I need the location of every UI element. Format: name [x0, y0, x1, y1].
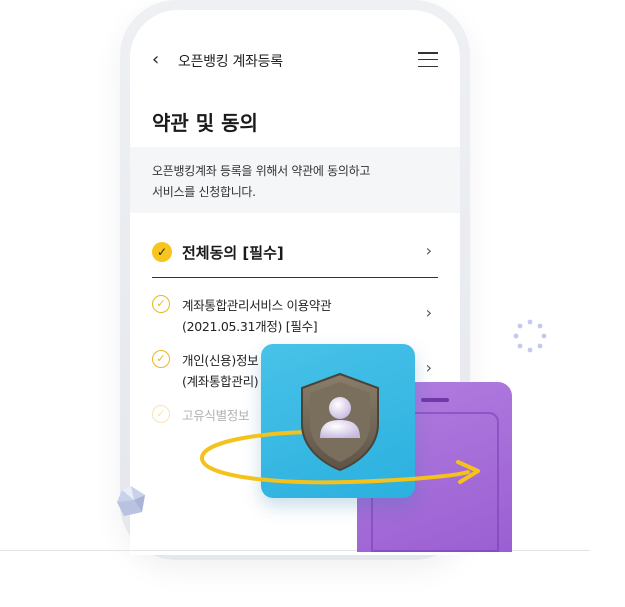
terms-item-label: 개인(신용)정보 (계좌통합관리) — [182, 350, 259, 392]
page-title: 약관 및 동의 — [152, 111, 258, 135]
chevron-right-icon[interactable]: › — [426, 241, 432, 260]
loading-dots-icon — [513, 319, 547, 353]
terms-item[interactable]: ✓ 계좌통합관리서비스 이용약관 (2021.05.31개정) [필수] › — [152, 295, 438, 343]
notice-line-2: 서비스를 신청합니다. — [152, 185, 256, 199]
agree-all-label: 전체동의 [필수] — [182, 244, 284, 262]
terms-item-label: 계좌통합관리서비스 이용약관 (2021.05.31개정) [필수] — [182, 295, 332, 337]
terms-item-line-1: 개인(신용)정보 — [182, 353, 259, 368]
top-navigation-bar: ‹ 오픈뱅킹 계좌등록 — [130, 40, 460, 80]
hamburger-menu-icon[interactable] — [418, 52, 438, 68]
terms-item-line-2: (계좌통합관리) — [182, 374, 259, 389]
nav-title: 오픈뱅킹 계좌등록 — [178, 54, 283, 70]
chevron-right-icon[interactable]: › — [426, 358, 432, 377]
terms-item-line-2: (2021.05.31개정) [필수] — [182, 319, 318, 334]
gem-icon — [117, 486, 145, 516]
agree-all-row[interactable]: ✓ 전체동의 [필수] › — [152, 232, 438, 278]
checkmark-filled-icon[interactable]: ✓ — [152, 242, 172, 262]
terms-item-line-1: 계좌통합관리서비스 이용약관 — [182, 298, 332, 313]
chevron-right-icon[interactable]: › — [426, 303, 432, 322]
shield-user-icon — [301, 372, 379, 472]
notice-box: 오픈뱅킹계좌 등록을 위해서 약관에 동의하고 서비스를 신청합니다. — [130, 147, 460, 213]
chevron-left-icon[interactable]: ‹ — [152, 49, 159, 70]
checkmark-outline-icon[interactable]: ✓ — [152, 350, 170, 368]
speaker-slot — [421, 398, 449, 402]
checkmark-outline-icon[interactable]: ✓ — [152, 405, 170, 423]
notice-line-1: 오픈뱅킹계좌 등록을 위해서 약관에 동의하고 — [152, 164, 371, 178]
checkmark-outline-icon[interactable]: ✓ — [152, 295, 170, 313]
